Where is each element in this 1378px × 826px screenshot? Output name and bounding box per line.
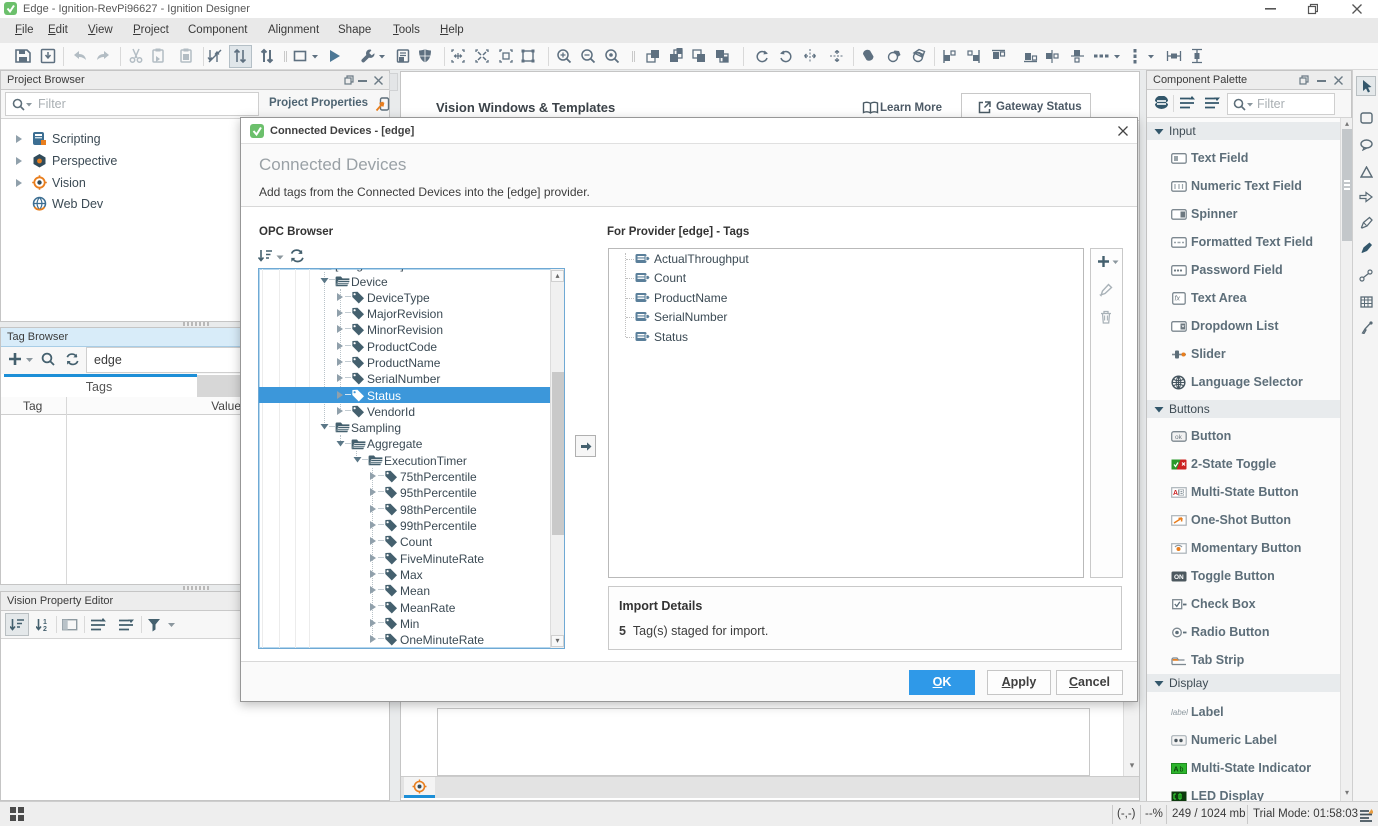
svg-text:ON: ON [1174,574,1184,581]
svg-text:b: b [1180,767,1184,774]
svg-text:A: A [1173,490,1178,497]
svg-text:1: 1 [43,619,47,626]
svg-text:fx: fx [1175,296,1181,303]
svg-text:ok: ok [1175,434,1183,441]
svg-text:label: label [1171,708,1188,717]
svg-text:B: B [1179,490,1184,497]
svg-text:2: 2 [43,626,47,632]
svg-text:A: A [1174,767,1179,774]
